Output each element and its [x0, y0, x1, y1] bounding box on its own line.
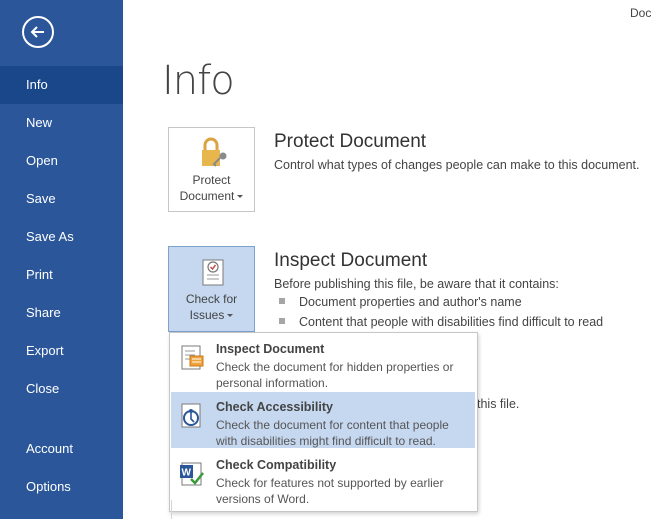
page-title: Info [162, 58, 235, 104]
menu-item-check-accessibility[interactable]: Check Accessibility Check the document f… [171, 392, 475, 448]
sidebar-item-share[interactable]: Share [0, 294, 123, 332]
check-for-issues-button[interactable]: Check for Issues [168, 246, 255, 332]
dropdown-caret-icon [237, 195, 244, 199]
lock-key-icon [202, 137, 227, 167]
document-title: Doc [630, 6, 652, 20]
sidebar-item-options[interactable]: Options [0, 468, 123, 506]
sidebar-item-export[interactable]: Export [0, 332, 123, 370]
protect-document-description: Control what types of changes people can… [274, 158, 640, 172]
menu-item-check-compatibility[interactable]: W Check Compatibility Check for features… [171, 450, 475, 506]
protect-document-button[interactable]: Protect Document [168, 127, 255, 212]
sidebar-item-new[interactable]: New [0, 104, 123, 142]
inspect-document-description: Before publishing this file, be aware th… [274, 277, 559, 291]
sidebar-item-account[interactable]: Account [0, 430, 123, 468]
menu-item-description: Check for features not supported by earl… [216, 476, 444, 506]
obscured-text: this file. [477, 397, 520, 411]
backstage-sidebar: Info New Open Save Save As Print Share E… [0, 0, 123, 519]
dropdown-caret-icon [227, 314, 234, 318]
inspect-document-heading: Inspect Document [274, 250, 428, 271]
bullet-icon [279, 318, 285, 324]
sidebar-item-info[interactable]: Info [0, 66, 123, 104]
check-button-label-2: Issues [189, 308, 225, 322]
menu-item-title: Inspect Document [216, 342, 325, 356]
menu-item-description: Check the document for content that peop… [216, 418, 449, 448]
check-button-label-1: Check for [185, 292, 238, 306]
check-for-issues-menu: Inspect Document Check the document for … [169, 332, 478, 512]
protect-button-label-1: Protect [192, 173, 231, 187]
bullet-icon [279, 298, 285, 304]
menu-item-description: Check the document for hidden properties… [216, 360, 454, 390]
inspect-bullet-2: Content that people with disabilities fi… [299, 315, 604, 329]
sidebar-item-print[interactable]: Print [0, 256, 123, 294]
protect-button-label-2: Document [179, 189, 235, 203]
sidebar-item-save[interactable]: Save [0, 180, 123, 218]
sidebar-item-save-as[interactable]: Save As [0, 218, 123, 256]
inspect-document-icon [181, 345, 204, 370]
inspect-bullet-1: Document properties and author's name [299, 295, 522, 309]
svg-text:W: W [182, 468, 192, 479]
divider [171, 500, 172, 519]
menu-item-title: Check Accessibility [216, 400, 333, 414]
menu-item-inspect-document[interactable]: Inspect Document Check the document for … [171, 334, 475, 390]
sidebar-item-open[interactable]: Open [0, 142, 123, 180]
checklist-icon [202, 259, 224, 286]
back-arrow-icon[interactable] [22, 16, 54, 48]
word-compatibility-icon: W [180, 462, 204, 486]
menu-item-title: Check Compatibility [216, 458, 337, 472]
sidebar-item-close[interactable]: Close [0, 370, 123, 408]
protect-document-heading: Protect Document [274, 131, 427, 152]
accessibility-icon [181, 403, 201, 428]
